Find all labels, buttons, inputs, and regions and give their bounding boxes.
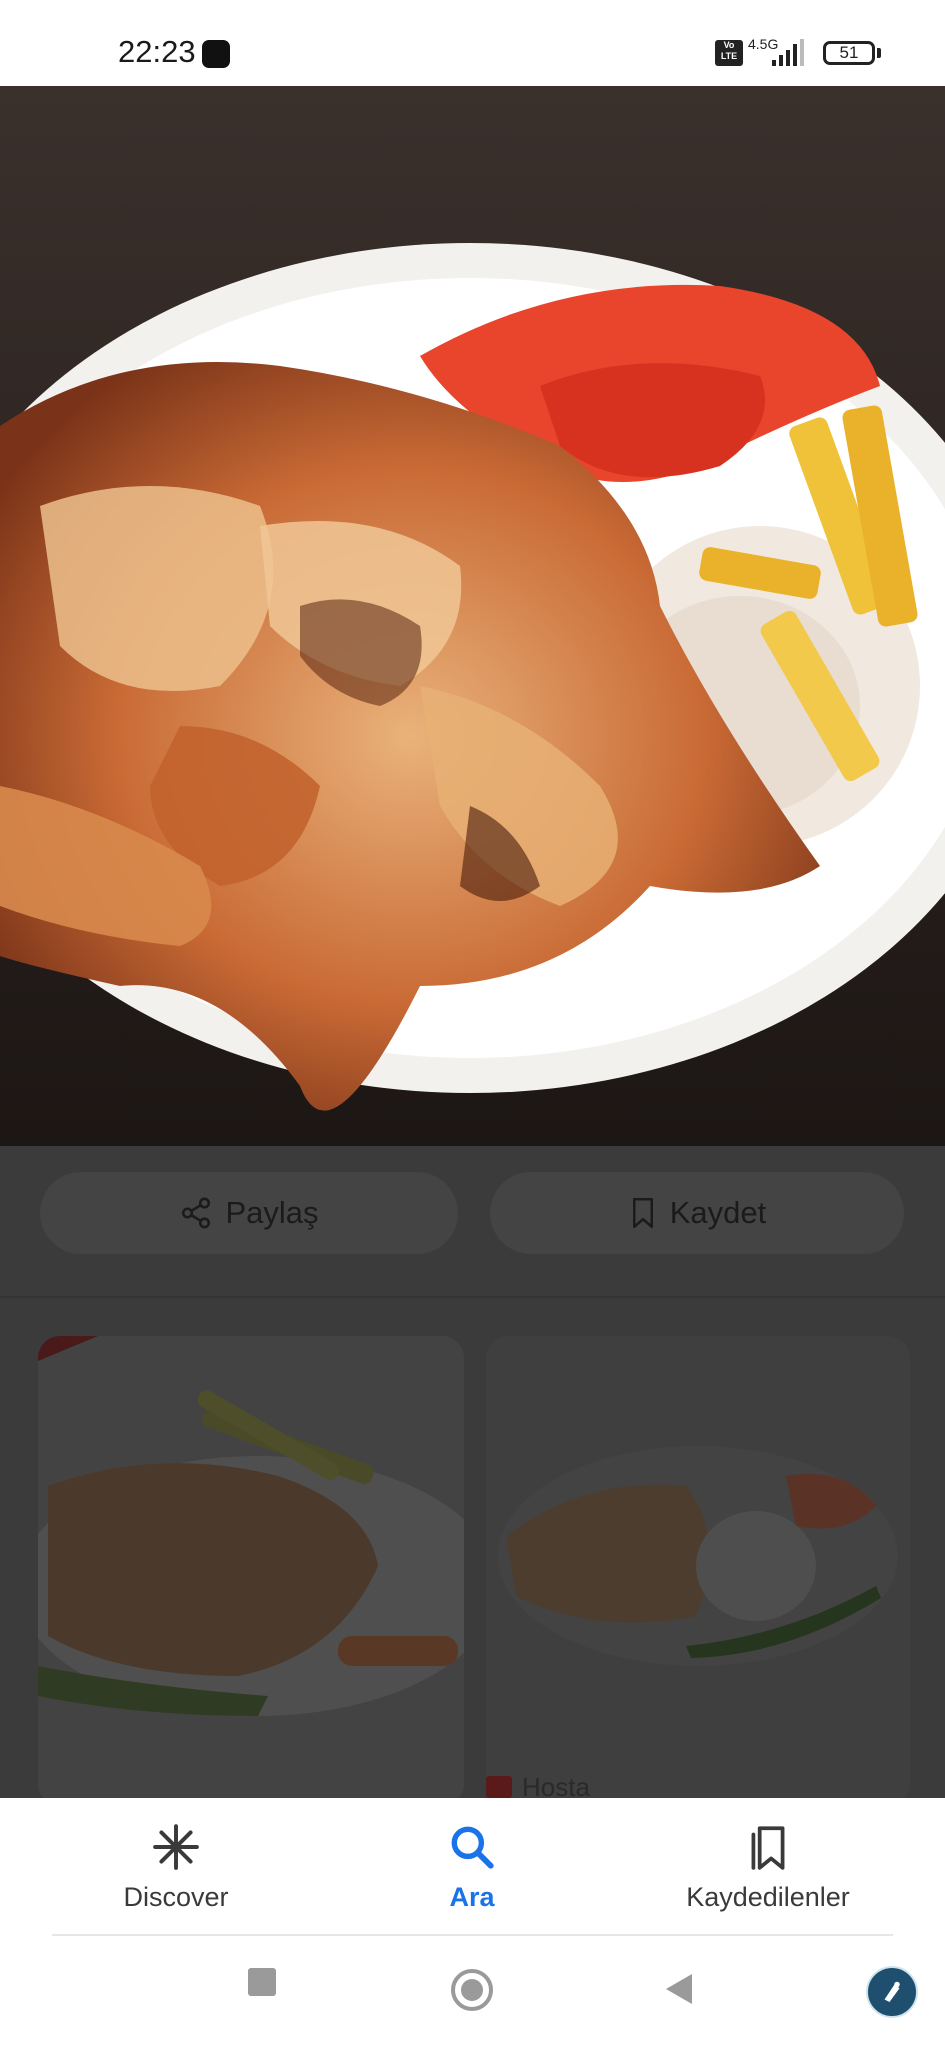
share-icon: [182, 1197, 211, 1229]
share-label: Paylaş: [225, 1195, 319, 1230]
food-photo-icon: [0, 86, 945, 1146]
related-image-card[interactable]: [38, 1336, 464, 1806]
source-favicon-icon: [486, 1776, 512, 1798]
card-source: Hosta: [486, 1772, 590, 1802]
nav-label: Discover: [123, 1882, 229, 1912]
hero-image[interactable]: [0, 86, 945, 1146]
battery-icon: 51: [823, 41, 875, 65]
assistant-glyph-icon: [884, 1981, 900, 2002]
nav-search[interactable]: Ara: [342, 1822, 602, 1922]
nav-label: Kaydedilenler: [686, 1882, 850, 1912]
nav-saved[interactable]: Kaydedilenler: [638, 1822, 898, 1922]
back-icon[interactable]: [664, 1972, 694, 2006]
volte-icon: Vo LTE: [715, 40, 743, 66]
status-time: 22:23: [118, 34, 196, 69]
signal-icon: [772, 39, 804, 66]
home-icon[interactable]: [450, 1968, 494, 2012]
notification-icon: [202, 40, 230, 68]
bookmarks-icon: [751, 1826, 785, 1870]
food-photo-doner-rice: [486, 1336, 910, 1776]
status-bar: 22:23 Vo LTE 4.5G 51: [0, 0, 945, 86]
bookmark-icon: [632, 1198, 653, 1228]
battery-tip: [877, 48, 881, 58]
assistant-icon[interactable]: [866, 1966, 918, 2018]
search-icon: [451, 1826, 494, 1869]
recents-icon[interactable]: [246, 1966, 278, 1998]
section-divider: [0, 1296, 945, 1298]
related-image-card[interactable]: [486, 1336, 910, 1806]
save-label: Kaydet: [669, 1195, 767, 1230]
nav-discover[interactable]: Discover: [46, 1822, 306, 1922]
nav-label: Ara: [449, 1882, 495, 1912]
share-button[interactable]: Paylaş: [40, 1172, 458, 1254]
asterisk-icon: [153, 1824, 199, 1870]
nav-divider: [52, 1934, 893, 1936]
save-button[interactable]: Kaydet: [490, 1172, 904, 1254]
food-photo-doner-fries: [38, 1336, 464, 1806]
